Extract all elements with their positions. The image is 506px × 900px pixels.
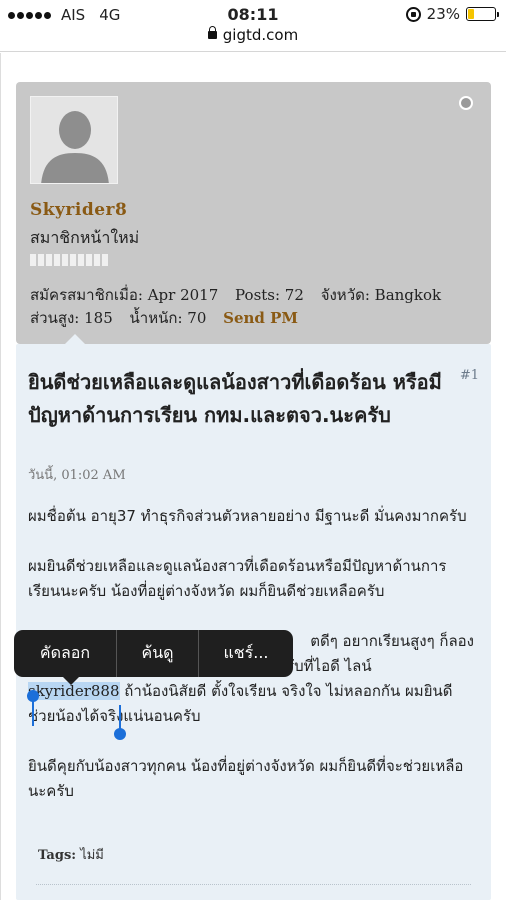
divider bbox=[36, 884, 471, 885]
post-number-link[interactable]: #1 bbox=[460, 368, 479, 383]
share-button[interactable]: แชร์... bbox=[199, 630, 293, 677]
url-domain: gigtd.com bbox=[222, 26, 299, 44]
url-bar[interactable]: gigtd.com bbox=[0, 26, 506, 52]
post-tags: Tags: ไม่มี bbox=[38, 844, 104, 865]
status-right: 23% bbox=[405, 5, 499, 23]
user-title: สมาชิกหน้าใหม่ bbox=[30, 228, 140, 247]
province: จังหวัด: Bangkok bbox=[320, 286, 442, 304]
battery-percent: 23% bbox=[426, 5, 460, 23]
battery-icon bbox=[466, 7, 499, 21]
menu-pointer bbox=[62, 676, 80, 685]
send-pm-link[interactable]: Send PM bbox=[223, 309, 298, 327]
avatar[interactable] bbox=[30, 96, 118, 184]
weight: น้ำหนัก: 70 bbox=[129, 309, 207, 327]
status-bar: AIS 4G 08:11 23% bbox=[0, 0, 506, 28]
padlock-icon bbox=[207, 26, 217, 39]
online-status-icon bbox=[459, 96, 473, 110]
post-date: วันนี้, 01:02 AM bbox=[28, 468, 126, 483]
text-selection-menu: คัดลอก ค้นดู แชร์... bbox=[14, 630, 293, 677]
rotation-lock-icon bbox=[405, 6, 421, 22]
post-paragraph: ผมชื่อต้น อายุ37 ทำธุรกิจส่วนตัวหลายอย่า… bbox=[28, 507, 467, 525]
reputation-bar bbox=[30, 254, 108, 266]
default-avatar-icon bbox=[31, 97, 117, 183]
post-count: Posts: 72 bbox=[235, 286, 304, 304]
post-paragraph: ผมยินดีช่วยเหลือและดูแลน้องสาวที่เดือดร้… bbox=[28, 557, 447, 600]
selection-start-bar bbox=[32, 698, 34, 726]
copy-button[interactable]: คัดลอก bbox=[14, 630, 117, 677]
lookup-button[interactable]: ค้นดู bbox=[117, 630, 199, 677]
selection-end-handle[interactable] bbox=[114, 728, 126, 740]
user-info-card: Skyrider8 สมาชิกหน้าใหม่ สมัครสมาชิกเมื่… bbox=[16, 82, 491, 344]
tags-label: Tags: bbox=[38, 848, 77, 863]
post: #1 ยินดีช่วยเหลือและดูแลน้องสาวที่เดือดร… bbox=[16, 344, 491, 900]
join-date: สมัครสมาชิกเมื่อ: Apr 2017 bbox=[30, 286, 219, 304]
user-stats: สมัครสมาชิกเมื่อ: Apr 2017 Posts: 72 จัง… bbox=[30, 284, 480, 330]
post-paragraph: ยินดีคุยกับน้องสาวทุกคน น้องที่อยู่ต่างจ… bbox=[28, 757, 464, 800]
height: ส่วนสูง: 185 bbox=[30, 309, 113, 327]
username-link[interactable]: Skyrider8 bbox=[30, 200, 127, 220]
tags-value: ไม่มี bbox=[80, 848, 104, 863]
post-title: ยินดีช่วยเหลือและดูแลน้องสาวที่เดือดร้อน… bbox=[28, 370, 442, 427]
